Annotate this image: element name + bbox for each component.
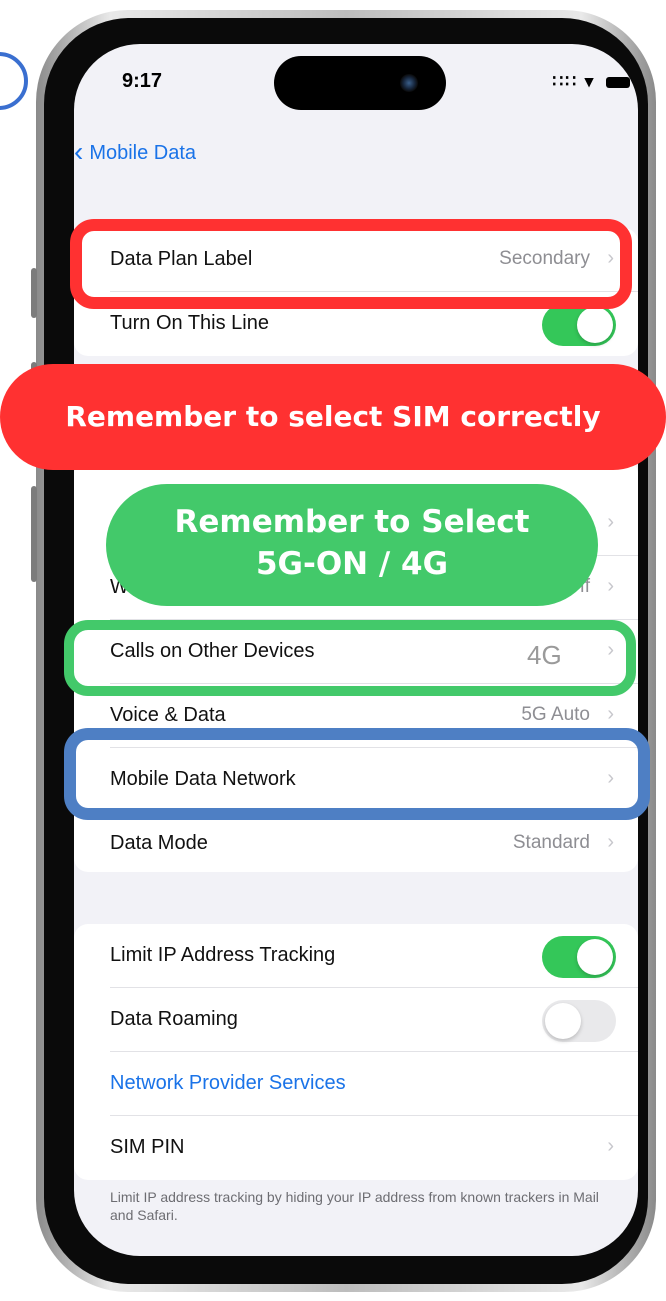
limit-ip-toggle[interactable] <box>542 936 616 978</box>
fourg-annotation: 4G <box>527 640 562 670</box>
toggle-knob <box>545 1003 581 1039</box>
chevron-right-icon: › <box>607 1135 614 1157</box>
sim-pin-row[interactable]: SIM PIN › <box>74 1116 638 1180</box>
edge-circle-decoration <box>0 52 28 110</box>
row-value: 5G Auto <box>521 704 590 725</box>
back-button[interactable]: ‹ Mobile Data <box>74 134 197 167</box>
battery-icon <box>606 77 630 89</box>
chevron-right-icon: › <box>607 511 614 533</box>
network-reminder-banner: Remember to Select 5G-ON / 4G <box>106 484 598 606</box>
chevron-right-icon: › <box>607 831 614 853</box>
chevron-right-icon: › <box>607 703 614 725</box>
row-label: SIM PIN <box>110 1136 185 1158</box>
row-label: Limit IP Address Tracking <box>110 944 336 966</box>
toggle-knob <box>577 307 613 343</box>
back-label: Mobile Data <box>89 142 197 164</box>
signal-wifi-icon: ∷∷ ▾ <box>552 72 596 91</box>
row-label: Data Roaming <box>110 1008 238 1030</box>
row-label: Data Mode <box>110 832 208 854</box>
silent-switch <box>31 268 37 318</box>
row-value: Standard <box>512 832 590 853</box>
dynamic-island <box>274 56 446 110</box>
privacy-group: Limit IP Address Tracking Data Roaming N… <box>74 924 638 1180</box>
turn-on-line-toggle[interactable] <box>542 304 616 346</box>
banner-line-1: Remember to Select <box>174 504 530 540</box>
sim-reminder-banner: Remember to select SIM correctly <box>0 364 666 470</box>
network-provider-services-link[interactable]: Network Provider Services <box>110 1072 346 1095</box>
status-bar: 9:17 ∷∷ ▾ <box>74 44 638 136</box>
chevron-right-icon: › <box>607 575 614 597</box>
footer-note: Limit IP address tracking by hiding your… <box>110 1189 599 1223</box>
row-label: Turn On This Line <box>110 312 269 334</box>
chevron-left-icon: ‹ <box>74 136 84 167</box>
status-icons: ∷∷ ▾ <box>552 72 630 92</box>
volume-down-button <box>31 486 37 582</box>
row-label: Voice & Data <box>110 704 226 726</box>
data-mode-row[interactable]: Data Mode Standard › <box>74 812 638 876</box>
toggle-knob <box>577 939 613 975</box>
mobile-data-network-highlight <box>64 728 650 820</box>
data-plan-highlight <box>70 219 632 309</box>
data-roaming-toggle[interactable] <box>542 1000 616 1042</box>
status-time: 9:17 <box>122 70 163 92</box>
banner-line-2: 5G-ON / 4G <box>255 546 449 582</box>
limit-ip-row: Limit IP Address Tracking <box>74 924 638 988</box>
network-provider-services-row[interactable]: Network Provider Services <box>74 1052 638 1116</box>
camera-icon <box>400 74 418 92</box>
data-roaming-row: Data Roaming <box>74 988 638 1052</box>
